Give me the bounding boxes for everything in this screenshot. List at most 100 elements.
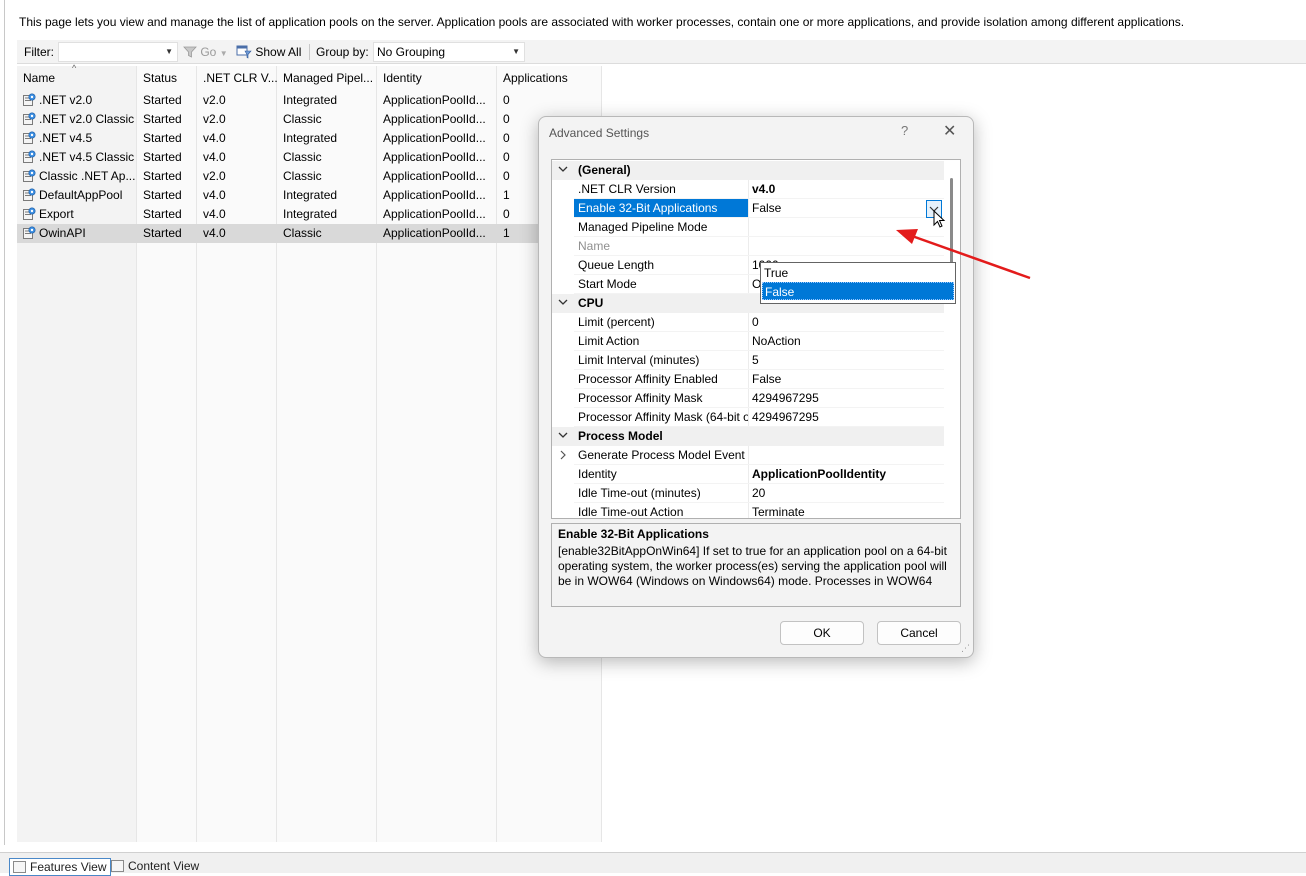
- column-header-applications[interactable]: Applications: [503, 71, 568, 85]
- property-row[interactable]: Name: [552, 237, 944, 256]
- content-view-label: Content View: [128, 859, 200, 873]
- cell-name: DefaultAppPool: [39, 188, 123, 202]
- features-view-icon: [13, 861, 26, 873]
- table-row[interactable]: .NET v2.0 Classic Started v2.0 Classic Appli…: [17, 110, 601, 129]
- show-all-button[interactable]: Show All: [236, 40, 301, 64]
- dropdown-option-false[interactable]: False: [762, 282, 954, 300]
- chevron-right-icon[interactable]: [559, 448, 567, 465]
- property-name: Processor Affinity Enabled: [578, 372, 718, 386]
- chevron-down-icon[interactable]: [558, 428, 568, 445]
- property-row[interactable]: .NET CLR Version v4.0: [552, 180, 944, 199]
- property-value[interactable]: False: [752, 372, 781, 386]
- group-by-select[interactable]: No Grouping ▼: [373, 42, 525, 62]
- property-category-label: CPU: [578, 296, 604, 310]
- resize-grip-icon[interactable]: ⋰: [961, 643, 970, 654]
- sort-ascending-icon: ^: [72, 63, 77, 73]
- property-grid[interactable]: (General) .NET CLR Version v4.0 Enable 32-B…: [551, 159, 961, 519]
- property-category-label: Process Model: [578, 429, 663, 443]
- property-value[interactable]: 4294967295: [752, 410, 819, 424]
- go-button[interactable]: Go ▼: [183, 40, 228, 64]
- show-all-label: Show All: [255, 45, 302, 59]
- property-row[interactable]: Limit Interval (minutes) 5: [552, 351, 944, 370]
- property-category-label: (General): [578, 163, 631, 177]
- cell-pipeline: Integrated: [283, 188, 338, 202]
- chevron-down-icon[interactable]: [558, 162, 568, 179]
- property-value[interactable]: 20: [752, 486, 765, 500]
- property-name: Processor Affinity Mask (64-bit option): [578, 410, 748, 424]
- cell-clr: v4.0: [203, 207, 226, 221]
- column-header-identity[interactable]: Identity: [383, 71, 422, 85]
- column-header-clr-version[interactable]: .NET CLR V...: [203, 71, 278, 85]
- table-row[interactable]: .NET v2.0 Started v2.0 Integrated Applicatio…: [17, 91, 601, 110]
- property-name: Limit Interval (minutes): [578, 353, 700, 367]
- property-row[interactable]: Limit Action NoAction: [552, 332, 944, 351]
- content-view-tab[interactable]: Content View: [108, 858, 203, 876]
- property-value[interactable]: 5: [752, 353, 759, 367]
- cell-pipeline: Classic: [283, 112, 322, 126]
- property-value[interactable]: Terminate: [752, 505, 805, 518]
- property-row[interactable]: Managed Pipeline Mode: [552, 218, 944, 237]
- property-value[interactable]: v4.0: [752, 182, 775, 196]
- property-row[interactable]: Processor Affinity Mask 4294967295: [552, 389, 944, 408]
- property-category[interactable]: (General): [552, 161, 944, 180]
- column-header-status[interactable]: Status: [143, 71, 177, 85]
- property-value[interactable]: 4294967295: [752, 391, 819, 405]
- cell-apps: 0: [503, 93, 510, 107]
- table-row[interactable]: Export Started v4.0 Integrated ApplicationPo…: [17, 205, 601, 224]
- mouse-cursor-icon: [933, 210, 946, 228]
- property-column-divider: [748, 256, 749, 275]
- property-name: Idle Time-out (minutes): [578, 486, 701, 500]
- property-name: Generate Process Model Event Log Entry: [578, 448, 748, 462]
- property-row[interactable]: Identity ApplicationPoolIdentity: [552, 465, 944, 484]
- property-row[interactable]: Enable 32-Bit Applications False: [552, 199, 944, 218]
- chevron-down-icon[interactable]: [558, 295, 568, 312]
- ok-button[interactable]: OK: [780, 621, 864, 645]
- advanced-settings-dialog: Advanced Settings ? ✕ (General) .NET CLR …: [538, 116, 974, 658]
- table-row[interactable]: OwinAPI Started v4.0 Classic ApplicationPool…: [17, 224, 601, 243]
- property-row[interactable]: Idle Time-out Action Terminate: [552, 503, 944, 518]
- table-row[interactable]: .NET v4.5 Started v4.0 Integrated Applicatio…: [17, 129, 601, 148]
- table-row[interactable]: DefaultAppPool Started v4.0 Integrated Appli…: [17, 186, 601, 205]
- close-icon[interactable]: ✕: [943, 121, 956, 141]
- cell-identity: ApplicationPoolId...: [383, 169, 486, 183]
- cell-name: .NET v4.5 Classic: [39, 150, 135, 164]
- property-row[interactable]: Idle Time-out (minutes) 20: [552, 484, 944, 503]
- property-row[interactable]: Limit (percent) 0: [552, 313, 944, 332]
- dropdown-option-true[interactable]: True: [762, 264, 954, 282]
- property-column-divider: [748, 237, 749, 256]
- app-pool-icon: [23, 169, 36, 182]
- dialog-title: Advanced Settings: [549, 126, 650, 140]
- property-column-divider: [748, 351, 749, 370]
- table-row[interactable]: .NET v4.5 Classic Started v4.0 Classic Appli…: [17, 148, 601, 167]
- property-row[interactable]: Processor Affinity Enabled False: [552, 370, 944, 389]
- cell-pipeline: Integrated: [283, 207, 338, 221]
- cell-identity: ApplicationPoolId...: [383, 150, 486, 164]
- property-value[interactable]: ApplicationPoolIdentity: [752, 467, 886, 481]
- property-value[interactable]: False: [752, 201, 781, 215]
- property-column-divider: [748, 199, 749, 218]
- app-pool-icon: [23, 112, 36, 125]
- table-row[interactable]: Classic .NET Ap... Started v2.0 Classic Appl…: [17, 167, 601, 186]
- column-header-pipeline[interactable]: Managed Pipel...: [283, 71, 373, 85]
- features-view-tab[interactable]: Features View: [9, 858, 112, 876]
- property-name: Name: [578, 239, 611, 253]
- show-all-icon: [236, 45, 252, 59]
- column-header-name[interactable]: Name: [23, 71, 55, 85]
- filter-input[interactable]: ▼: [58, 42, 178, 62]
- cell-name: OwinAPI: [39, 226, 86, 240]
- cell-pipeline: Classic: [283, 169, 322, 183]
- property-value[interactable]: 0: [752, 315, 759, 329]
- cell-identity: ApplicationPoolId...: [383, 226, 486, 240]
- help-icon[interactable]: ?: [901, 123, 908, 138]
- property-row[interactable]: Generate Process Model Event Log Entry: [552, 446, 944, 465]
- chevron-down-icon[interactable]: ▼: [512, 43, 520, 61]
- cell-clr: v4.0: [203, 131, 226, 145]
- chevron-down-icon[interactable]: ▼: [165, 43, 173, 61]
- property-category[interactable]: Process Model: [552, 427, 944, 446]
- cancel-button[interactable]: Cancel: [877, 621, 961, 645]
- enable-32bit-dropdown-list[interactable]: True False: [760, 262, 956, 304]
- property-value[interactable]: NoAction: [752, 334, 801, 348]
- property-column-divider: [748, 446, 749, 465]
- property-row[interactable]: Processor Affinity Mask (64-bit option) 4…: [552, 408, 944, 427]
- chevron-down-icon: ▼: [219, 49, 228, 58]
